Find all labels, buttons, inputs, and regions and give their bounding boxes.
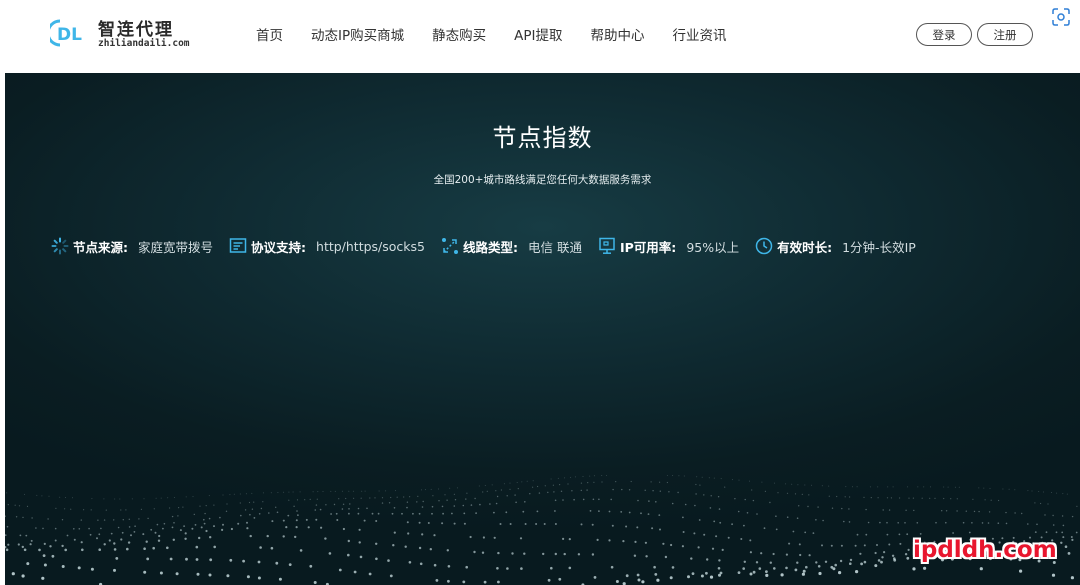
feature-list: 节点来源: 家庭宽带拨号 协议支持: http/https/socks5 线路类… (51, 235, 932, 257)
login-button[interactable]: 登录 (916, 23, 972, 46)
spinner-icon (51, 237, 69, 255)
svg-text:DL: DL (57, 25, 82, 45)
main-nav: 首页 动态IP购买商城 静态购买 API提取 帮助中心 行业资讯 (256, 0, 754, 68)
feature-valid-duration: 有效时长: 1分钟-长效IP (755, 237, 916, 256)
feature-value: 1分钟-长效IP (842, 239, 916, 255)
site-header: DL 智连代理 zhiliandaili.com 首页 动态IP购买商城 静态购… (0, 0, 1080, 68)
feature-line-type: 线路类型: 电信 联通 (441, 237, 582, 256)
clock-icon (755, 237, 773, 255)
particle-wave-background (5, 475, 1078, 585)
monitor-icon (599, 237, 615, 254)
nav-static-purchase[interactable]: 静态购买 (432, 24, 486, 44)
nav-help-center[interactable]: 帮助中心 (590, 24, 644, 44)
hero-subtitle: 全国200+城市路线满足您任何大数据服务需求 (433, 174, 652, 186)
watermark-text: ipdldh.com (913, 537, 1057, 563)
hero-section: 节点指数 全国200+城市路线满足您任何大数据服务需求 节点来源: 家庭宽带拨号 (5, 73, 1080, 585)
hero-title: 节点指数 (492, 124, 593, 152)
feature-label: IP可用率: (620, 239, 677, 255)
feature-value: 家庭宽带拨号 (138, 239, 214, 255)
feature-value: http/https/socks5 (316, 238, 426, 254)
logo-domain: zhiliandaili.com (98, 38, 190, 49)
feature-ip-availability: IP可用率: 95%以上 (598, 237, 739, 256)
feature-value: 电信 联通 (528, 239, 582, 255)
feature-label: 节点来源: (73, 239, 128, 255)
feature-label: 有效时长: (777, 239, 833, 255)
feature-label: 协议支持: (251, 239, 307, 255)
route-icon (442, 238, 459, 254)
site-logo[interactable]: DL 智连代理 zhiliandaili.com (50, 14, 200, 56)
logo-title: 智连代理 (98, 20, 174, 40)
feature-value: 95%以上 (686, 239, 740, 255)
nav-home[interactable]: 首页 (256, 24, 283, 44)
feature-node-source: 节点来源: 家庭宽带拨号 (51, 237, 213, 256)
register-button[interactable]: 注册 (977, 23, 1033, 46)
nav-api-extract[interactable]: API提取 (514, 24, 562, 44)
auth-buttons: 登录 注册 (916, 23, 1038, 46)
scan-icon[interactable] (1052, 8, 1070, 26)
feature-protocol: 协议支持: http/https/socks5 (229, 237, 425, 256)
feature-label: 线路类型: (463, 239, 519, 255)
logo-mark-icon: DL (50, 19, 82, 47)
nav-industry-news[interactable]: 行业资讯 (672, 24, 726, 44)
document-icon (229, 238, 247, 253)
nav-dynamic-ip-shop[interactable]: 动态IP购买商城 (311, 24, 404, 44)
